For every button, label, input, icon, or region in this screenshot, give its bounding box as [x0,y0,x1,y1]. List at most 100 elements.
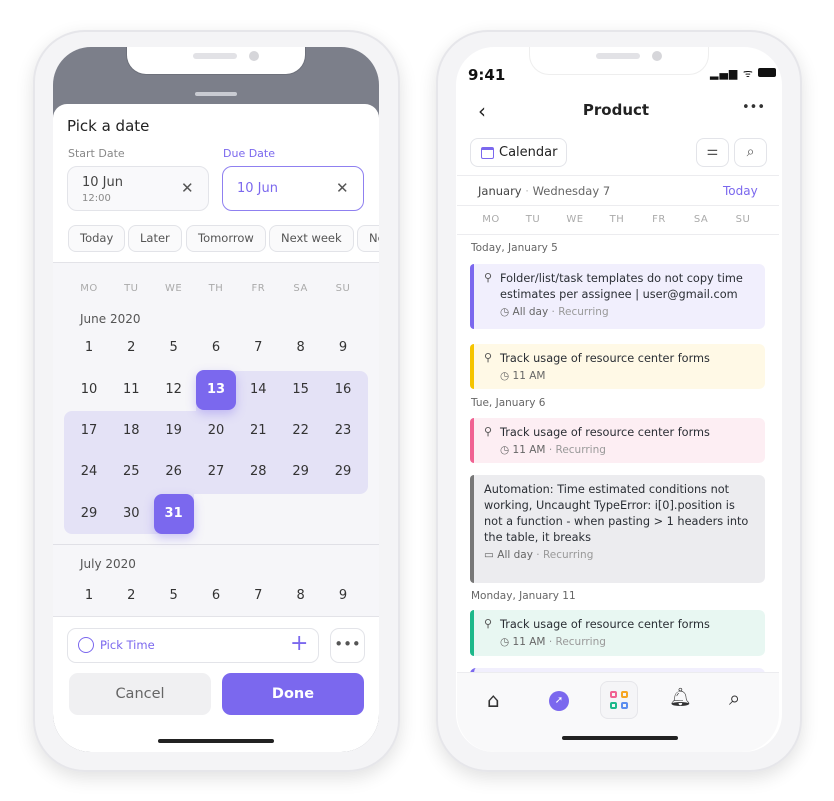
section-header: Monday, January 11 [471,590,576,602]
page-title: Product [582,101,650,119]
event-card[interactable]: ⚲ Track usage of resource center forms ◷ 1… [470,344,765,389]
day-cell[interactable]: 7 [238,328,278,368]
status-time: 9:41 [468,66,506,84]
weekday-header: SA [293,283,308,294]
sheet-handle[interactable] [195,92,237,96]
day-cell[interactable]: 2 [111,328,151,368]
day-cell[interactable]: 31 [153,494,194,534]
view-selector[interactable]: Calendar [470,138,567,167]
day-cell[interactable]: 22 [281,411,321,451]
clock-icon: ◷ [500,636,510,648]
pick-time-field[interactable]: Pick Time + [67,628,319,663]
event-title: Track usage of resource center forms [500,618,710,631]
plus-icon[interactable]: + [290,631,308,656]
day-cell[interactable]: 8 [281,576,321,616]
day-cell[interactable]: 25 [111,452,151,492]
back-icon[interactable]: ‹ [478,99,486,123]
day-cell[interactable]: 17 [69,411,109,451]
day-cell[interactable]: 13 [196,370,236,410]
search-icon[interactable]: ⌕ [734,138,767,167]
day-cell[interactable]: 6 [196,328,236,368]
day-cell[interactable]: 1 [69,328,109,368]
filter-icon[interactable]: ⚌ [696,138,729,167]
bell-icon[interactable]: 🔔︎ [669,687,692,708]
day-cell[interactable]: 20 [196,411,236,451]
day-cell[interactable]: 24 [69,452,109,492]
today-button[interactable]: Today [723,184,758,198]
chip-next[interactable]: Next [357,225,379,252]
event-title: Track usage of resource center forms [500,352,710,365]
event-meta: ◷ All day · Recurring [500,306,609,318]
day-cell[interactable]: 15 [281,370,321,410]
event-title: Automation: Time estimated conditions no… [484,483,749,544]
day-cell[interactable]: 23 [323,411,363,451]
day-cell[interactable]: 5 [154,328,194,368]
due-date-field[interactable]: 10 Jun ✕ [222,166,364,211]
event-card[interactable]: Automation: Time estimated conditions no… [470,475,765,583]
weekday-header: SU [335,283,351,294]
day-cell[interactable]: 9 [323,576,363,616]
day-cell[interactable]: 9 [323,328,363,368]
day-cell[interactable]: 7 [238,576,278,616]
weekday-header: TU [525,214,541,225]
day-cell[interactable]: 29 [323,452,363,492]
event-card[interactable]: ⚲ Track usage of resource center forms ◷ 1… [470,610,765,656]
chip-today[interactable]: Today [68,225,126,252]
start-time-value: 12:00 [82,193,111,204]
event-title: Track usage of resource center forms [500,426,710,439]
chip-next-week[interactable]: Next week [269,225,354,252]
more-options-button[interactable]: ••• [330,628,365,663]
chip-tomorrow[interactable]: Tomorrow [186,225,266,252]
day-cell[interactable]: 30 [111,494,151,534]
weekday-header: SA [693,214,709,225]
home-icon[interactable]: ⌂ [487,688,500,712]
bottom-nav: ⌂ ➚ 🔔︎ ⌕ [457,672,779,752]
weekday-header: FR [251,283,266,294]
day-cell[interactable]: 27 [196,452,236,492]
calendar-icon [481,147,494,159]
chip-later[interactable]: Later [128,225,182,252]
cancel-button[interactable]: Cancel [69,673,211,715]
pick-time-label: Pick Time [100,638,155,652]
subtask-icon: ⚲ [484,425,493,438]
day-cell[interactable]: 5 [154,576,194,616]
day-cell[interactable]: 14 [238,370,278,410]
calendar-grid: June 2020 July 2020 MO TU WE TH FR SA SU 1 2 5 6 7 8… [53,262,379,617]
day-cell[interactable]: 10 [69,370,109,410]
day-cell[interactable]: 11 [111,370,151,410]
day-cell[interactable]: 8 [281,328,321,368]
event-title: Folder/list/task templates do not copy t… [500,272,743,301]
day-cell[interactable]: 2 [111,576,151,616]
current-day: Wednesday 7 [532,184,611,198]
day-cell[interactable]: 26 [154,452,194,492]
due-date-label: Due Date [223,147,275,160]
day-cell[interactable]: 12 [154,370,194,410]
day-cell[interactable]: 18 [111,411,151,451]
event-meta: ◷ 11 AM · Recurring [500,444,606,456]
search-nav-icon[interactable]: ⌕ [729,686,740,710]
month-label-june: June 2020 [80,312,141,326]
month-label-july: July 2020 [80,557,136,571]
day-cell[interactable]: 28 [238,452,278,492]
weekday-header: TU [124,283,139,294]
start-date-value: 10 Jun [82,175,123,190]
day-cell[interactable]: 29 [281,452,321,492]
done-button[interactable]: Done [222,673,364,715]
more-icon[interactable]: ••• [742,100,765,115]
event-card[interactable]: ⚲ Folder/list/task templates do not copy … [470,264,765,329]
clear-start-icon[interactable]: ✕ [181,179,194,197]
clear-due-icon[interactable]: ✕ [336,179,349,197]
day-cell[interactable]: 1 [69,576,109,616]
day-cell[interactable]: 29 [69,494,109,534]
day-cell[interactable]: 19 [154,411,194,451]
apps-icon[interactable] [600,681,638,719]
view-label: Calendar [499,145,558,160]
day-cell[interactable]: 16 [323,370,363,410]
day-cell[interactable]: 6 [196,576,236,616]
compass-icon[interactable]: ➚ [549,691,569,711]
day-cell[interactable]: 21 [238,411,278,451]
start-date-field[interactable]: 10 Jun 12:00 ✕ [67,166,209,211]
event-card[interactable]: ⚲ Track usage of resource center forms ◷ 1… [470,418,765,463]
subtask-icon: ⚲ [484,617,493,630]
picker-title: Pick a date [67,117,150,135]
